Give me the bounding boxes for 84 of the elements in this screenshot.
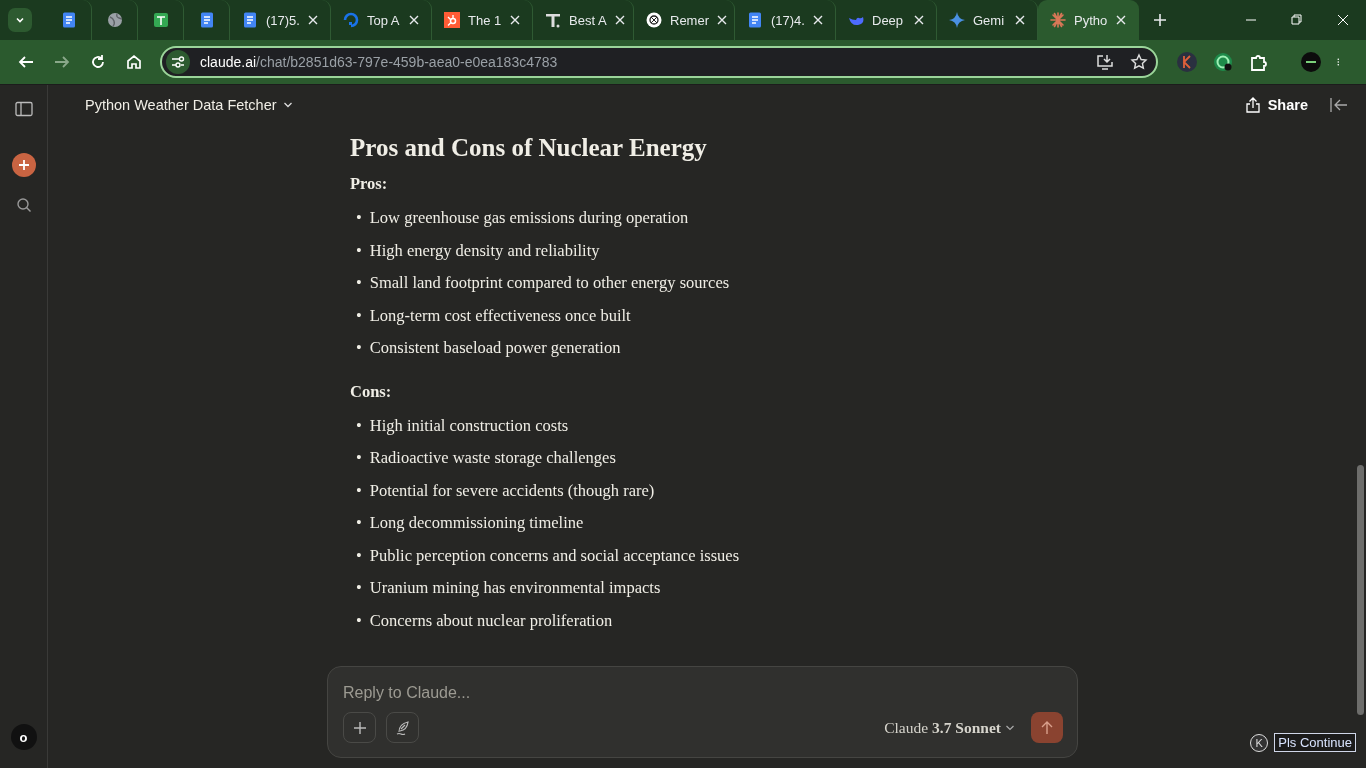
chevron-down-icon[interactable] <box>1005 723 1015 732</box>
scrollbar-thumb[interactable] <box>1357 465 1364 715</box>
new-tab-icon[interactable] <box>1153 13 1167 27</box>
url-text: claude.ai/chat/b2851d63-797e-459b-aea0-e0ea183c4783 <box>200 54 559 70</box>
tab-search-button[interactable] <box>8 8 32 32</box>
close-icon[interactable] <box>1116 15 1126 25</box>
chevron-down-icon[interactable] <box>15 15 25 25</box>
bullet-item: Concerns about nuclear proliferation <box>369 609 613 632</box>
spreadsheet-icon <box>152 12 169 28</box>
document-icon <box>60 12 77 28</box>
install-icon[interactable] <box>1096 53 1114 71</box>
bullet-item: Low greenhouse gas emissions during operation <box>369 207 689 230</box>
extension-icon[interactable] <box>1212 51 1234 73</box>
conversation-title[interactable]: Python Weather Data Fetcher <box>85 96 293 113</box>
bullet-item: Uranium mining has environmental impacts <box>369 577 661 600</box>
letter-t-icon <box>545 12 561 28</box>
close-icon[interactable] <box>1015 15 1025 25</box>
document-icon <box>198 12 215 28</box>
sidebar-toggle-icon[interactable] <box>14 101 33 117</box>
close-icon[interactable] <box>510 15 520 25</box>
letter-k-icon[interactable] <box>1176 51 1198 73</box>
ring-icon <box>343 12 359 28</box>
bullet-mark: • <box>356 207 362 230</box>
send-button[interactable] <box>1031 712 1063 743</box>
share-icon[interactable] <box>1245 96 1260 113</box>
add-button[interactable] <box>343 712 376 743</box>
search-icon[interactable] <box>15 197 32 213</box>
close-icon[interactable] <box>308 15 318 25</box>
close-icon[interactable] <box>813 15 823 25</box>
bullet-mark: • <box>356 479 362 502</box>
document-icon <box>242 12 258 28</box>
bullet-mark: • <box>356 609 362 632</box>
bullet-mark: • <box>356 304 362 327</box>
bullet-item: Consistent baseload power generation <box>369 337 621 360</box>
bullet-item: High energy density and reliability <box>369 239 600 262</box>
model-selector[interactable]: Claude 3.7 Sonnet <box>884 718 1015 737</box>
collapse-icon[interactable] <box>1330 96 1348 113</box>
starburst-icon <box>1050 12 1066 28</box>
chevron-down-icon[interactable] <box>282 100 293 109</box>
share-button[interactable]: Share <box>1245 96 1308 113</box>
continue-button[interactable]: Pls Continue <box>1274 733 1356 752</box>
bullet-mark: • <box>356 577 362 600</box>
close-icon[interactable] <box>717 15 727 25</box>
response-heading: Pros and Cons of Nuclear Energy <box>350 134 708 163</box>
document-icon <box>747 12 763 28</box>
home-icon[interactable] <box>125 53 143 71</box>
close-icon[interactable] <box>914 15 924 25</box>
sparkle-icon <box>949 12 965 28</box>
bullet-item: Radioactive waste storage challenges <box>369 447 616 470</box>
bullet-item: Long decommissioning timeline <box>369 512 584 535</box>
composer-box[interactable]: Reply to Claude... Claude 3.7 Sonnet <box>327 666 1078 758</box>
bullet-mark: • <box>356 337 362 360</box>
browser-tab[interactable]: Pytho <box>1038 0 1139 40</box>
arrow-up-icon[interactable] <box>1041 720 1053 735</box>
bullet-item: Long-term cost effectiveness once built <box>369 304 631 327</box>
profile-avatar[interactable] <box>1300 51 1322 73</box>
bullet-mark: • <box>356 272 362 295</box>
close-icon[interactable] <box>614 15 625 25</box>
extension-badge-letter: K <box>1250 733 1269 752</box>
site-settings-icon[interactable] <box>171 55 185 69</box>
bullet-mark: • <box>356 544 362 567</box>
bullet-item: Small land footprint compared to other energy sources <box>369 272 730 295</box>
bullet-mark: • <box>356 239 362 262</box>
reload-icon[interactable] <box>89 53 107 71</box>
bullet-item: Potential for severe accidents (though rare) <box>369 479 655 502</box>
bullet-item: Public perception concerns and social acceptance issues <box>369 544 740 567</box>
star-icon[interactable] <box>1130 53 1148 71</box>
globe-icon <box>106 12 123 28</box>
section-label: Cons: <box>350 381 393 402</box>
bullet-mark: • <box>356 414 362 437</box>
sprocket-icon <box>444 12 460 28</box>
plus-icon[interactable] <box>352 720 367 735</box>
bullet-mark: • <box>356 512 362 535</box>
user-avatar[interactable]: o <box>10 724 37 750</box>
new-chat-button[interactable] <box>11 153 36 177</box>
reply-field[interactable]: Reply to Claude... <box>343 681 1063 706</box>
bullet-mark: • <box>356 447 362 470</box>
style-button[interactable] <box>386 712 419 743</box>
feather-icon[interactable] <box>394 719 411 736</box>
knot-icon <box>646 12 662 28</box>
address-bar[interactable]: claude.ai/chat/b2851d63-797e-459b-aea0-e0ea183c4783 <box>160 46 1158 78</box>
close-icon[interactable] <box>409 15 419 25</box>
section-label: Pros: <box>350 174 389 195</box>
bullet-item: High initial construction costs <box>369 414 569 437</box>
